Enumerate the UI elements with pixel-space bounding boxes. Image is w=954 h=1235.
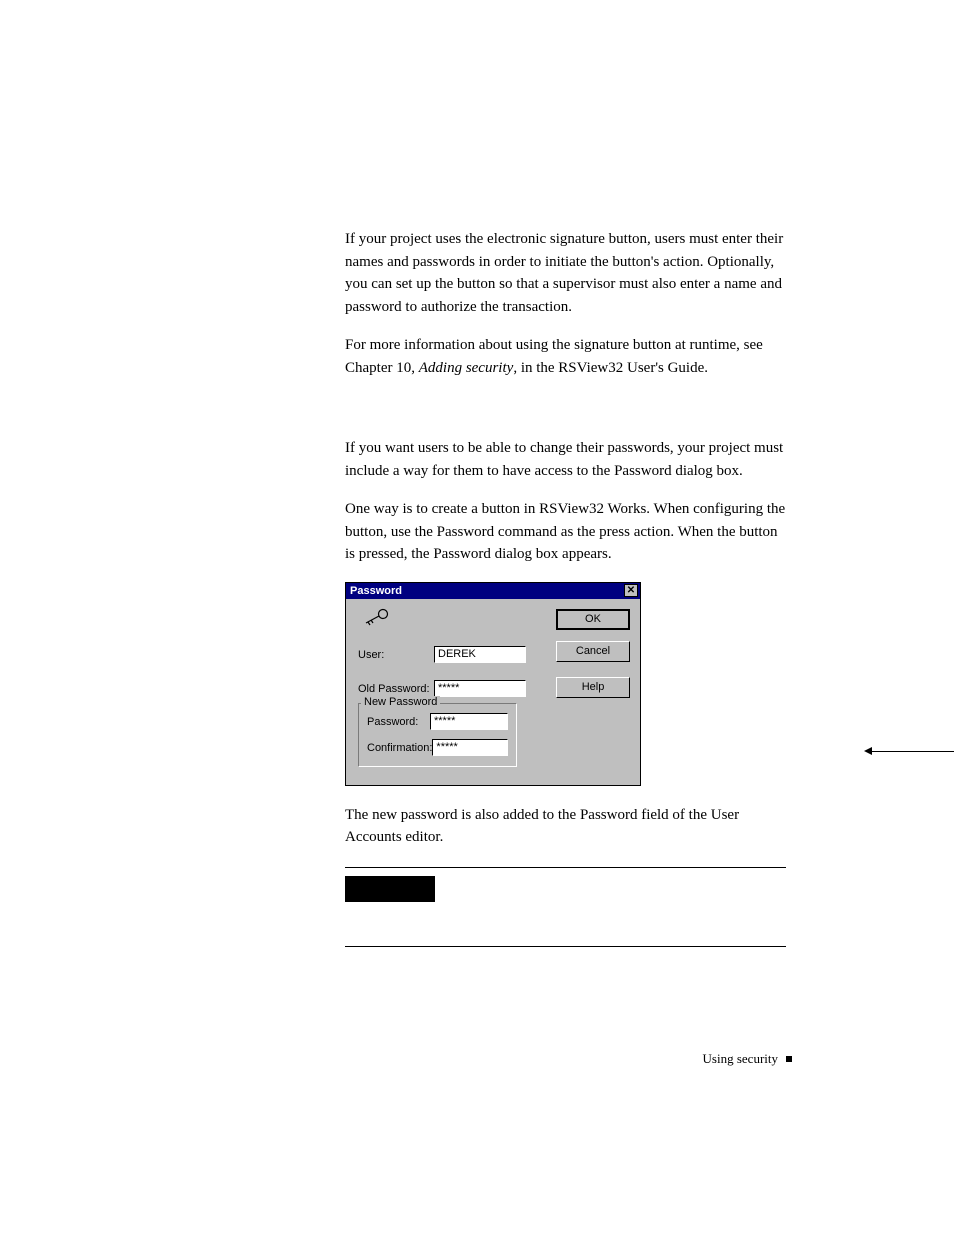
dialog-titlebar: Password ✕ (346, 583, 640, 599)
key-icon (362, 607, 390, 627)
reference-italic: Adding security (419, 360, 514, 376)
footer-square-icon (786, 1056, 792, 1062)
horizontal-rule-top (345, 867, 786, 868)
footer-text: Using security (703, 1051, 778, 1067)
cancel-button[interactable]: Cancel (556, 641, 630, 662)
reference-text-c: , in the RSView32 User's Guide. (513, 360, 708, 376)
paragraph-button-howto: One way is to create a button in RSView3… (345, 498, 786, 566)
old-password-input[interactable]: ***** (434, 680, 526, 697)
ok-button[interactable]: OK (556, 609, 630, 630)
new-password-group: New Password Password: ***** Confirmatio… (358, 703, 517, 767)
confirmation-label: Confirmation: (367, 742, 432, 754)
paragraph-reference: For more information about using the sig… (345, 334, 786, 379)
help-button[interactable]: Help (556, 677, 630, 698)
new-password-legend: New Password (361, 696, 440, 708)
redacted-label (345, 876, 435, 902)
callout-line (870, 751, 954, 752)
password-dialog-figure: Password ✕ OK Cancel Help (345, 582, 786, 786)
password-label: Password: (367, 716, 430, 728)
dialog-title: Password (350, 585, 402, 597)
horizontal-rule-bottom (345, 946, 786, 947)
paragraph-change-pw: If you want users to be able to change t… (345, 437, 786, 482)
user-input[interactable]: DEREK (434, 646, 526, 663)
user-label: User: (358, 649, 434, 661)
paragraph-after-dialog: The new password is also added to the Pa… (345, 804, 786, 849)
old-password-label: Old Password: (358, 683, 434, 695)
close-button[interactable]: ✕ (624, 584, 638, 597)
password-input[interactable]: ***** (430, 713, 508, 730)
confirmation-input[interactable]: ***** (432, 739, 508, 756)
paragraph-signature: If your project uses the electronic sign… (345, 228, 786, 318)
page-footer: Using security (703, 1051, 792, 1067)
callout-arrow-icon (864, 747, 872, 755)
password-dialog: Password ✕ OK Cancel Help (345, 582, 641, 786)
